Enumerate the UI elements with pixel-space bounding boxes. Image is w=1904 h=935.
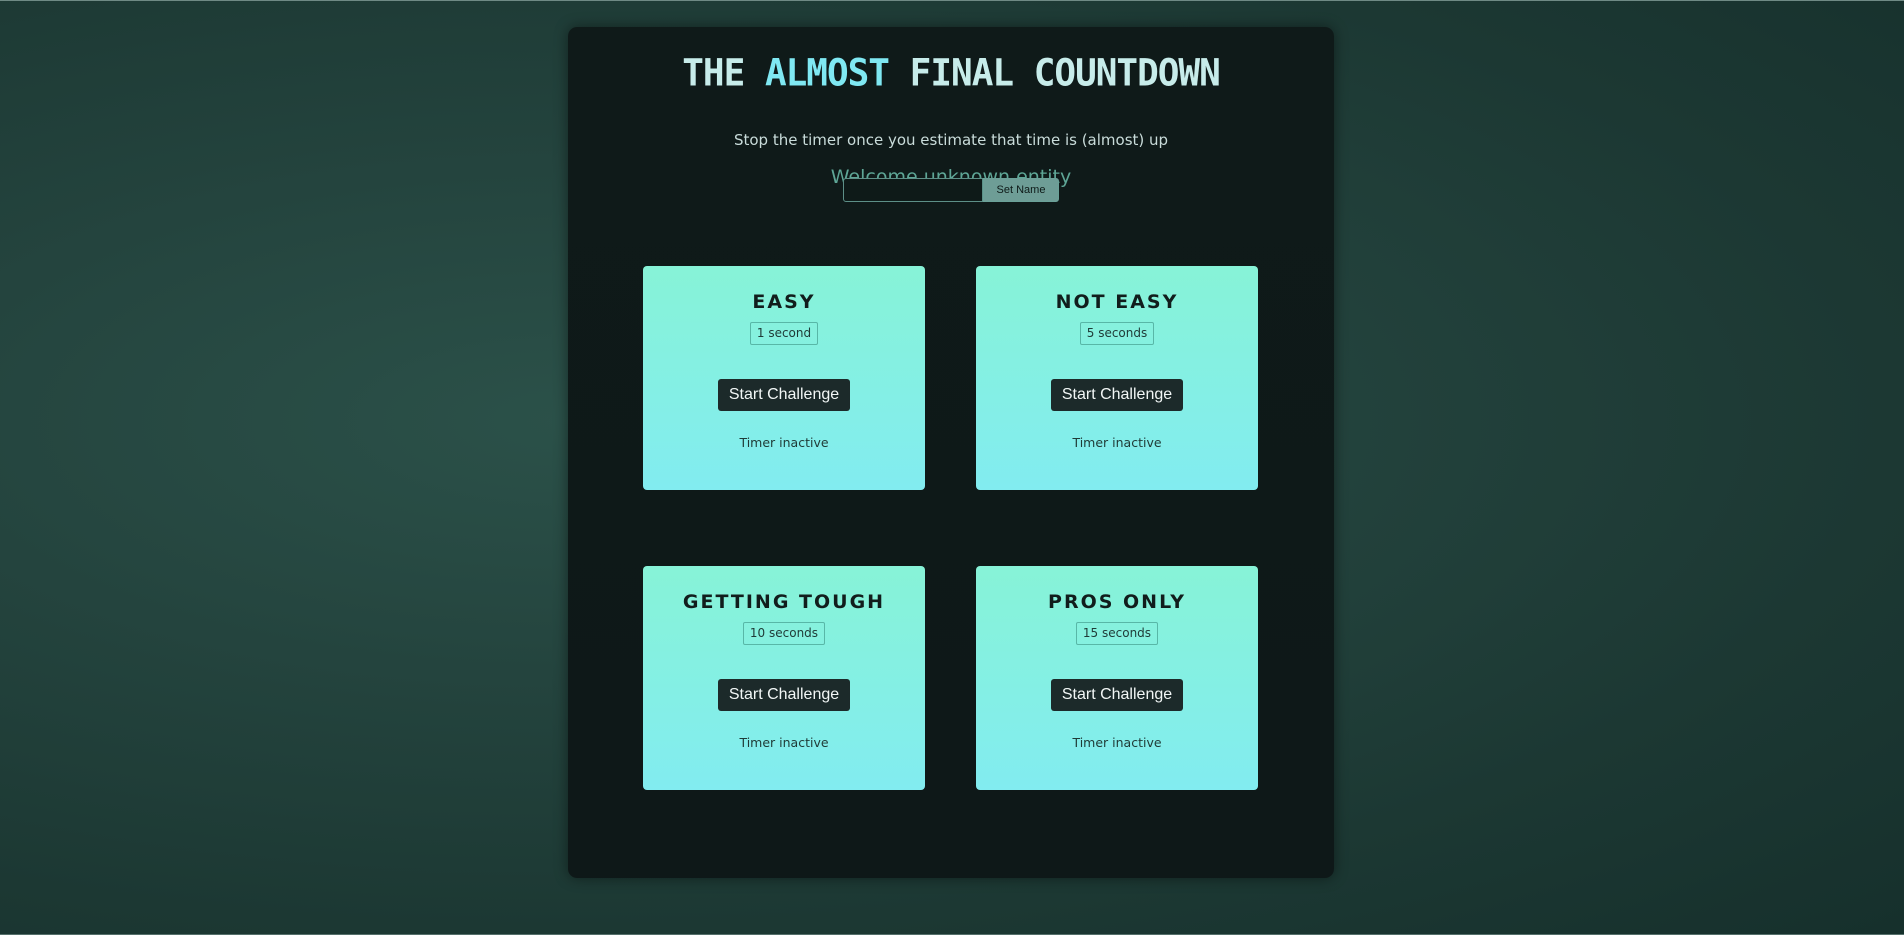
title-accent: ALMOST xyxy=(764,51,890,95)
start-challenge-button-getting-tough[interactable]: Start Challenge xyxy=(718,679,850,711)
duration-badge: 15 seconds xyxy=(1075,622,1159,645)
start-challenge-button-easy[interactable]: Start Challenge xyxy=(718,379,850,411)
challenge-card-easy: EASY 1 second Start Challenge Timer inac… xyxy=(643,266,925,490)
page-subtitle: Stop the timer once you estimate that ti… xyxy=(733,131,1169,149)
timer-status: Timer inactive xyxy=(739,735,829,750)
window-top-border xyxy=(0,0,1904,1)
challenge-title: GETTING TOUGH xyxy=(682,591,886,613)
duration-badge: 10 seconds xyxy=(742,622,826,645)
title-suffix: FINAL COUNTDOWN xyxy=(909,51,1221,95)
challenge-title: PROS ONLY xyxy=(1048,591,1186,613)
start-challenge-button-not-easy[interactable]: Start Challenge xyxy=(1051,379,1183,411)
main-panel: THE ALMOST FINAL COUNTDOWN Stop the time… xyxy=(568,27,1334,878)
title-prefix: THE xyxy=(682,51,745,95)
challenge-title: NOT EASY xyxy=(1055,291,1179,313)
name-input[interactable] xyxy=(843,178,983,202)
timer-status: Timer inactive xyxy=(1072,735,1162,750)
set-name-button[interactable]: Set Name xyxy=(983,178,1059,202)
challenge-card-pros-only: PROS ONLY 15 seconds Start Challenge Tim… xyxy=(976,566,1258,790)
timer-status: Timer inactive xyxy=(1072,435,1162,450)
start-challenge-button-pros-only[interactable]: Start Challenge xyxy=(1051,679,1183,711)
duration-badge: 5 seconds xyxy=(1079,322,1155,345)
challenge-title: EASY xyxy=(752,291,816,313)
duration-badge: 1 second xyxy=(749,322,819,345)
challenge-card-getting-tough: GETTING TOUGH 10 seconds Start Challenge… xyxy=(643,566,925,790)
timer-status: Timer inactive xyxy=(739,435,829,450)
page-title: THE ALMOST FINAL COUNTDOWN xyxy=(568,55,1334,93)
challenge-card-not-easy: NOT EASY 5 seconds Start Challenge Timer… xyxy=(976,266,1258,490)
set-name-form: Set Name xyxy=(843,178,1059,202)
